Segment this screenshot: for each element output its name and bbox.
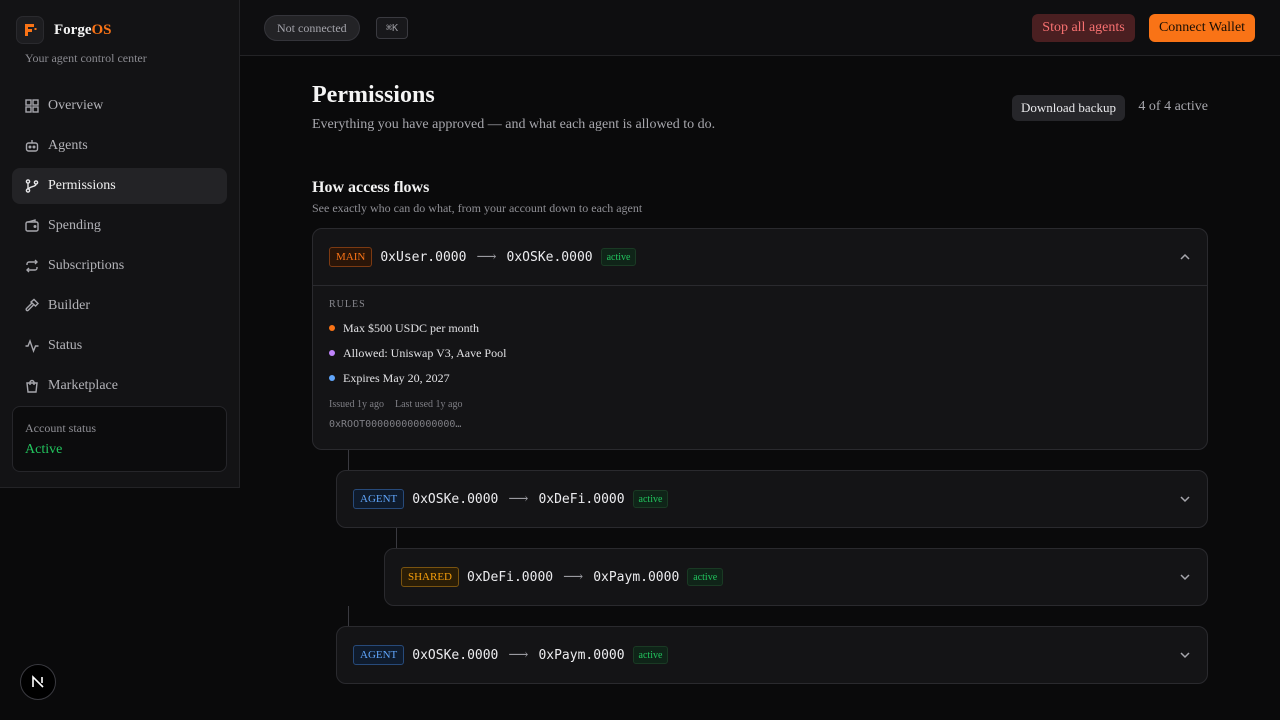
last-used-at: Last used 1y ago bbox=[395, 399, 463, 410]
brand-name: ForgeOS bbox=[54, 21, 112, 38]
flow-card-body: RULES Max $500 USDC per month Allowed: U… bbox=[313, 285, 1207, 443]
tree-connector bbox=[348, 606, 349, 626]
chevron-down-icon[interactable] bbox=[1179, 649, 1191, 661]
sidebar-item-spending[interactable]: Spending bbox=[12, 208, 227, 244]
sidebar-item-agents[interactable]: Agents bbox=[12, 128, 227, 164]
account-status-card: Account status Active bbox=[12, 406, 227, 472]
flow-from-address: 0xOSKe.0000 bbox=[412, 491, 499, 507]
flow-arrow-icon: ⟶ bbox=[476, 249, 497, 265]
rules-label: RULES bbox=[329, 299, 366, 310]
flow-card-header[interactable]: AGENT 0xOSKe.0000 ⟶ 0xDeFi.0000 active bbox=[337, 471, 1207, 527]
sidebar-item-label: Subscriptions bbox=[48, 258, 125, 273]
tree-connector bbox=[348, 450, 349, 470]
activity-icon bbox=[25, 339, 39, 353]
rule-dot bbox=[329, 325, 335, 331]
flow-from-address: 0xUser.0000 bbox=[380, 249, 467, 265]
flow-type-tag: SHARED bbox=[401, 567, 460, 587]
flow-card-agent: AGENT 0xOSKe.0000 ⟶ 0xDeFi.0000 active bbox=[336, 470, 1208, 528]
flow-card-header[interactable]: AGENT 0xOSKe.0000 ⟶ 0xPaym.0000 active bbox=[337, 627, 1207, 683]
flow-card-header[interactable]: SHARED 0xDeFi.0000 ⟶ 0xPaym.0000 active bbox=[385, 549, 1207, 605]
flow-to-address: 0xPaym.0000 bbox=[593, 569, 680, 585]
rule-text: Max $500 USDC per month bbox=[343, 320, 479, 335]
flow-status-badge: active bbox=[632, 646, 669, 664]
sidebar-nav: Overview Agents Permissions Spending Sub… bbox=[12, 88, 227, 408]
sidebar-item-label: Spending bbox=[48, 218, 101, 233]
sidebar-item-marketplace[interactable]: Marketplace bbox=[12, 368, 227, 404]
sidebar-item-overview[interactable]: Overview bbox=[12, 88, 227, 124]
flow-status-badge: active bbox=[632, 490, 669, 508]
flow-arrow-icon: ⟶ bbox=[508, 491, 529, 507]
flow-to-address: 0xPaym.0000 bbox=[538, 647, 625, 663]
download-backup-button[interactable]: Download backup bbox=[1012, 95, 1125, 121]
flow-to-address: 0xDeFi.0000 bbox=[538, 491, 625, 507]
brand[interactable]: ForgeOS bbox=[16, 16, 112, 44]
chevron-up-icon[interactable] bbox=[1179, 251, 1191, 263]
wallet-icon bbox=[25, 219, 39, 232]
flow-from-address: 0xDeFi.0000 bbox=[467, 569, 554, 585]
flow-arrow-icon: ⟶ bbox=[563, 569, 584, 585]
flow-card-shared: SHARED 0xDeFi.0000 ⟶ 0xPaym.0000 active bbox=[384, 548, 1208, 606]
repeat-icon bbox=[26, 259, 38, 273]
flow-arrow-icon: ⟶ bbox=[508, 647, 529, 663]
sidebar-item-label: Marketplace bbox=[48, 378, 118, 393]
chevron-down-icon[interactable] bbox=[1179, 493, 1191, 505]
sidebar-item-label: Agents bbox=[48, 138, 88, 153]
stop-all-agents-button[interactable]: Stop all agents bbox=[1032, 14, 1135, 42]
nextjs-dev-badge-icon[interactable] bbox=[20, 664, 56, 700]
flow-to-address: 0xOSKe.0000 bbox=[506, 249, 593, 265]
flow-status-badge: active bbox=[687, 568, 724, 586]
flow-meta: Issued 1y ago Last used 1y ago bbox=[329, 399, 1191, 410]
flow-type-tag: AGENT bbox=[353, 489, 405, 509]
sidebar-item-label: Builder bbox=[48, 298, 90, 313]
chevron-down-icon[interactable] bbox=[1179, 571, 1191, 583]
sidebar-item-label: Permissions bbox=[48, 178, 116, 193]
connect-wallet-button[interactable]: Connect Wallet bbox=[1149, 14, 1255, 42]
sidebar-item-builder[interactable]: Builder bbox=[12, 288, 227, 324]
flow-card-agent: AGENT 0xOSKe.0000 ⟶ 0xPaym.0000 active bbox=[336, 626, 1208, 684]
grid-icon bbox=[25, 99, 39, 113]
sidebar-item-label: Overview bbox=[48, 98, 104, 113]
section-subtitle: See exactly who can do what, from your a… bbox=[312, 201, 643, 215]
command-palette-shortcut[interactable]: ⌘K bbox=[376, 17, 408, 39]
flow-type-tag: MAIN bbox=[329, 247, 373, 267]
flow-card-header[interactable]: MAIN 0xUser.0000 ⟶ 0xOSKe.0000 active bbox=[313, 229, 1207, 285]
section-title: How access flows bbox=[312, 179, 430, 196]
forgeos-logo bbox=[16, 16, 44, 44]
page-subtitle: Everything you have approved — and what … bbox=[312, 117, 716, 132]
sidebar: ForgeOS Your agent control center Overvi… bbox=[0, 0, 240, 488]
brand-tagline: Your agent control center bbox=[25, 51, 147, 65]
sidebar-item-permissions[interactable]: Permissions bbox=[12, 168, 227, 204]
sidebar-item-subscriptions[interactable]: Subscriptions bbox=[12, 248, 227, 284]
sidebar-item-status[interactable]: Status bbox=[12, 328, 227, 364]
bag-icon bbox=[26, 379, 38, 393]
rule-item: Max $500 USDC per month bbox=[329, 321, 1191, 335]
account-status-value: Active bbox=[25, 442, 63, 457]
flow-from-address: 0xOSKe.0000 bbox=[412, 647, 499, 663]
flow-type-tag: AGENT bbox=[353, 645, 405, 665]
bot-icon bbox=[25, 140, 39, 152]
account-status-label: Account status bbox=[25, 421, 96, 435]
hammer-icon bbox=[25, 298, 39, 312]
rule-text: Expires May 20, 2027 bbox=[343, 370, 450, 385]
rule-item: Allowed: Uniswap V3, Aave Pool bbox=[329, 346, 1191, 360]
rule-text: Allowed: Uniswap V3, Aave Pool bbox=[343, 345, 507, 360]
permission-hash: 0xROOT000000000000000… bbox=[329, 419, 462, 430]
top-bar: Not connected ⌘K Stop all agents Connect… bbox=[240, 0, 1280, 56]
flow-card-main: MAIN 0xUser.0000 ⟶ 0xOSKe.0000 active RU… bbox=[312, 228, 1208, 450]
tree-connector bbox=[396, 528, 397, 548]
rule-item: Expires May 20, 2027 bbox=[329, 371, 1191, 385]
branch-icon bbox=[25, 179, 39, 193]
active-count: 4 of 4 active bbox=[1138, 99, 1208, 114]
flow-status-badge: active bbox=[600, 248, 637, 266]
page-title: Permissions bbox=[312, 82, 435, 108]
sidebar-item-label: Status bbox=[48, 338, 83, 353]
issued-at: Issued 1y ago bbox=[329, 399, 384, 410]
rule-dot bbox=[329, 375, 335, 381]
rule-dot bbox=[329, 350, 335, 356]
connection-status-pill[interactable]: Not connected bbox=[264, 15, 360, 41]
